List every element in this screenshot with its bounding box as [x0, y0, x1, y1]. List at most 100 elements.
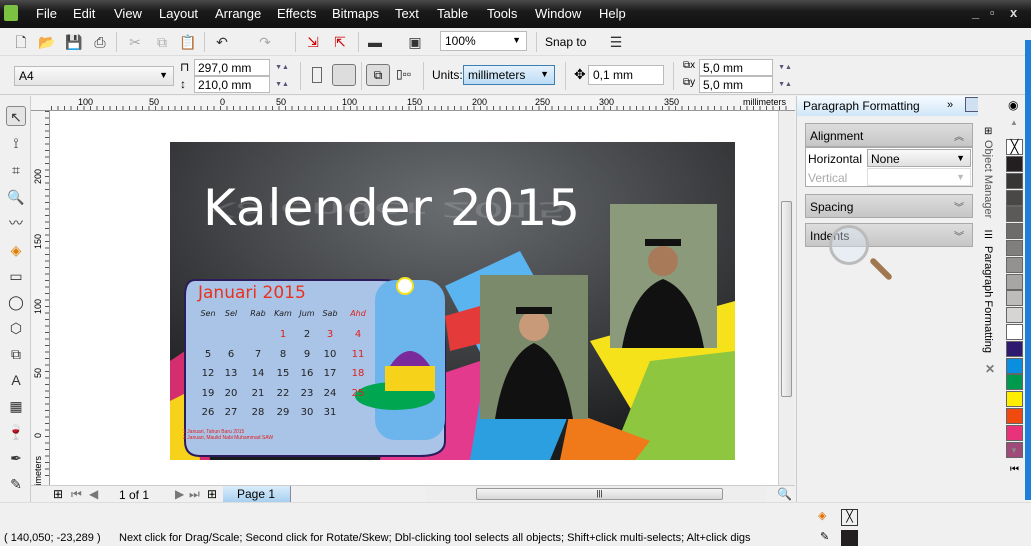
units-dropdown[interactable]: millimeters	[463, 65, 555, 85]
palette-expand-icon[interactable]: ⏮	[1010, 464, 1019, 475]
menu-view[interactable]: View	[114, 6, 142, 21]
text-tool-icon[interactable]: A	[6, 370, 26, 390]
last-page-icon[interactable]: ⏭	[189, 487, 200, 502]
polygon-tool-icon[interactable]: ⬡	[6, 318, 26, 338]
tab-object-manager[interactable]: Object Manager	[982, 140, 994, 218]
color-swatch[interactable]	[1006, 156, 1023, 172]
current-page-button[interactable]: ▯▫▫	[396, 67, 411, 81]
color-swatch[interactable]	[1006, 273, 1023, 290]
vertical-scrollbar[interactable]	[778, 111, 794, 485]
color-swatch[interactable]	[1006, 408, 1023, 424]
next-page-icon[interactable]: ▶	[175, 487, 184, 501]
calendar-artwork[interactable]	[50, 111, 778, 485]
color-swatch[interactable]	[1006, 340, 1023, 357]
basic-shapes-icon[interactable]: ⧉	[6, 344, 26, 364]
ellipse-tool-icon[interactable]: ◯	[6, 292, 26, 312]
palette-scroll-down-icon[interactable]: ▼	[1010, 446, 1018, 455]
all-pages-button[interactable]: ⧉	[366, 64, 390, 86]
menu-window[interactable]: Window	[535, 6, 581, 21]
page-size-dropdown[interactable]: A4	[14, 66, 174, 86]
eyedropper-icon[interactable]: ✒	[6, 448, 26, 468]
new-icon[interactable]: 🗋	[12, 33, 30, 51]
shape-tool-icon[interactable]: ⟟	[6, 133, 26, 153]
tab-paragraph-formatting[interactable]: Paragraph Formatting	[982, 246, 994, 353]
redo-icon[interactable]: ↷	[256, 33, 274, 51]
page-width-input[interactable]: 297,0 mm	[194, 59, 270, 76]
duplicate-y-input[interactable]: 5,0 mm	[699, 76, 773, 93]
expand-docker-icon[interactable]: »	[947, 99, 953, 111]
page-height-input[interactable]: 210,0 mm	[194, 76, 270, 93]
spacing-section[interactable]: Spacing ︾	[805, 194, 973, 218]
outline-pen-icon[interactable]: ✎	[6, 474, 26, 494]
drawing-canvas[interactable]: Kalender 2015 Kalender 2015 Januari 2015…	[50, 111, 778, 485]
menu-layout[interactable]: Layout	[159, 6, 198, 21]
color-swatch[interactable]	[1006, 290, 1023, 307]
page-width-spinner[interactable]: ▼▲	[272, 60, 292, 76]
copy-icon[interactable]: ⧉	[153, 33, 171, 51]
menu-edit[interactable]: Edit	[73, 6, 95, 21]
restore-button[interactable]: ▫	[990, 5, 995, 20]
horizontal-alignment-dropdown[interactable]: None	[867, 149, 971, 167]
snap-to-dropdown[interactable]: Snap to	[545, 35, 586, 49]
palette-scroll-up-icon[interactable]: ▲	[1010, 118, 1018, 127]
first-page-icon[interactable]: ⏮	[71, 487, 82, 502]
color-swatch[interactable]	[1006, 256, 1023, 273]
landscape-button[interactable]	[332, 64, 356, 86]
horizontal-ruler[interactable]: 100 50 0 50 100 150 200 250 300 350 mill…	[31, 96, 795, 111]
close-button[interactable]: x	[1010, 5, 1017, 20]
options-icon[interactable]: ☰	[607, 33, 625, 51]
vertical-ruler[interactable]: 200 150 100 50 0 millimeters	[31, 111, 50, 499]
color-swatch[interactable]	[1006, 189, 1023, 206]
color-swatch[interactable]	[1006, 357, 1023, 374]
menu-help[interactable]: Help	[599, 6, 626, 21]
navigator-zoom-icon[interactable]: 🔍	[777, 487, 792, 501]
undo-icon[interactable]: ↶	[213, 33, 231, 51]
menu-bitmaps[interactable]: Bitmaps	[332, 6, 379, 21]
page-tab-1[interactable]: Page 1	[223, 486, 291, 502]
menu-tools[interactable]: Tools	[487, 6, 517, 21]
color-swatch[interactable]	[1006, 223, 1023, 240]
publish-pdf-icon[interactable]: ▬	[366, 33, 384, 51]
alignment-section[interactable]: Alignment ︽	[805, 123, 973, 147]
crop-tool-icon[interactable]: ⌗	[6, 160, 26, 180]
duplicate-y-spinner[interactable]: ▼▲	[775, 77, 795, 93]
outline-color-indicator[interactable]	[841, 530, 858, 546]
pick-tool-icon[interactable]: ↖	[6, 106, 26, 126]
vertical-scroll-thumb[interactable]	[781, 201, 792, 397]
add-page-after-icon[interactable]: ⊞	[207, 487, 217, 501]
menu-table[interactable]: Table	[437, 6, 468, 21]
vertical-alignment-dropdown[interactable]	[867, 168, 971, 186]
zoom-level-dropdown[interactable]: 100%	[440, 31, 527, 51]
interactive-tool-icon[interactable]: 🍷	[6, 422, 26, 442]
import-icon[interactable]: ⇲	[304, 33, 322, 51]
save-icon[interactable]: 💾	[65, 33, 83, 51]
horizontal-scroll-thumb[interactable]: |||	[476, 488, 723, 500]
duplicate-x-input[interactable]: 5,0 mm	[699, 59, 773, 76]
open-icon[interactable]: 📂	[38, 33, 56, 51]
menu-effects[interactable]: Effects	[277, 6, 317, 21]
print-icon[interactable]: ⎙	[91, 33, 109, 51]
color-swatch[interactable]	[1006, 240, 1023, 256]
minimize-button[interactable]: _	[972, 5, 979, 20]
color-swatch[interactable]	[1006, 307, 1023, 324]
table-tool-icon[interactable]: ▦	[6, 396, 26, 416]
nudge-distance-input[interactable]: 0,1 mm	[588, 65, 664, 85]
menu-file[interactable]: File	[36, 6, 57, 21]
rectangle-tool-icon[interactable]: ▭	[6, 266, 26, 286]
cut-icon[interactable]: ✂	[126, 33, 144, 51]
previous-page-icon[interactable]: ◀	[89, 487, 98, 501]
paste-icon[interactable]: 📋	[179, 33, 197, 51]
menu-text[interactable]: Text	[395, 6, 419, 21]
zoom-tool-icon[interactable]: 🔍	[6, 187, 26, 207]
color-swatch[interactable]	[1006, 391, 1023, 408]
fill-color-indicator[interactable]: ╳	[841, 509, 858, 526]
color-swatch[interactable]	[1006, 206, 1023, 223]
no-color-swatch[interactable]: ╳	[1006, 139, 1023, 155]
welcome-screen-icon[interactable]: ▣	[406, 33, 424, 51]
color-swatch[interactable]	[1006, 424, 1023, 441]
color-swatch[interactable]	[1006, 324, 1023, 340]
smart-fill-icon[interactable]: ◈	[6, 240, 26, 260]
color-swatch[interactable]	[1006, 172, 1023, 189]
horizontal-scrollbar[interactable]: |||	[426, 486, 766, 502]
page-height-spinner[interactable]: ▼▲	[272, 77, 292, 93]
